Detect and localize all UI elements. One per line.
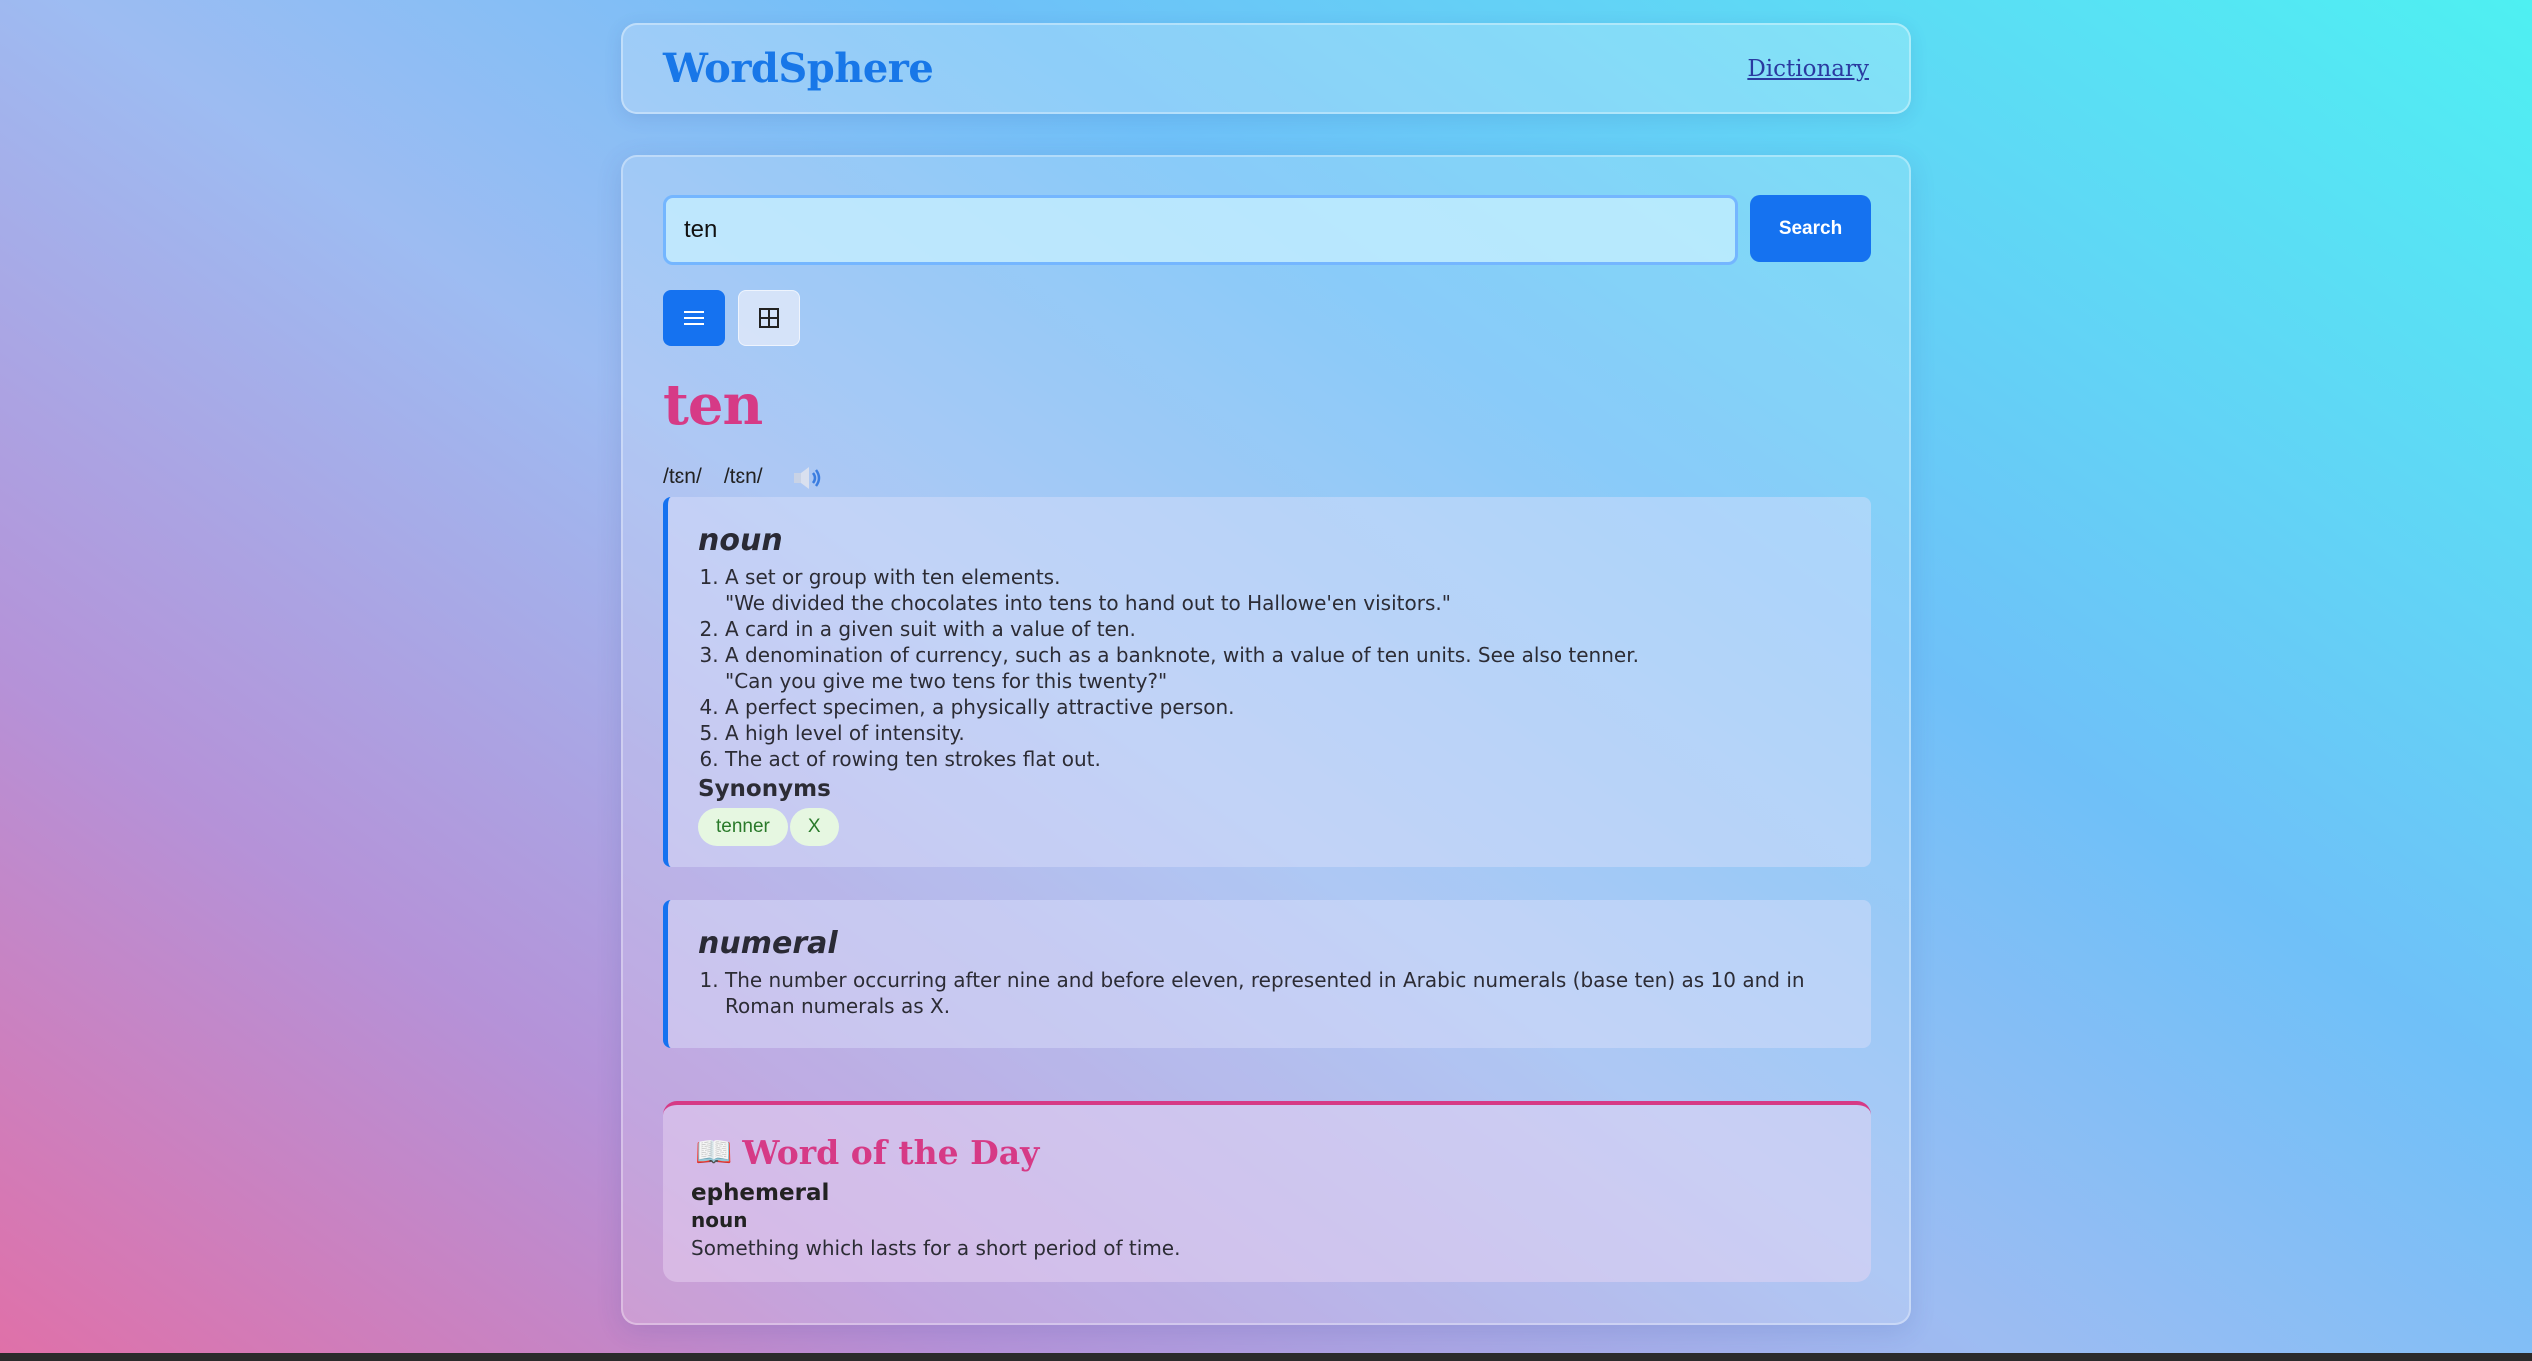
definition-item: A high level of intensity. [725, 720, 1841, 746]
phonetic-text: /tɛn/ [663, 465, 702, 488]
site-header: WordSphere Dictionary [621, 23, 1911, 114]
definition-item: A denomination of currency, such as a ba… [725, 642, 1841, 694]
search-button[interactable]: Search [1750, 195, 1871, 262]
search-input[interactable] [663, 195, 1738, 265]
definition-list: The number occurring after nine and befo… [698, 967, 1841, 1019]
list-icon [684, 311, 704, 325]
word-of-the-day-word[interactable]: ephemeral [691, 1180, 1843, 1206]
phonetic-text: /tɛn/ [723, 465, 763, 488]
book-icon: 📖 [695, 1135, 733, 1170]
grid-icon [759, 308, 779, 328]
definition-text: A card in a given suit with a value of t… [725, 617, 1136, 641]
list-view-button[interactable] [663, 290, 725, 346]
synonyms-title: Synonyms [698, 776, 831, 802]
nav-link-dictionary[interactable]: Dictionary [1747, 56, 1869, 82]
word-of-the-day-card: 📖 Word of the Day ephemeral noun Somethi… [663, 1101, 1871, 1282]
speaker-icon[interactable] [791, 465, 825, 497]
part-of-speech: numeral [698, 926, 838, 961]
definition-example: "We divided the chocolates into tens to … [725, 591, 1451, 615]
definition-text: A set or group with ten elements. [725, 565, 1061, 589]
headword: ten [663, 372, 763, 438]
meaning-noun: noun A set or group with ten elements. "… [663, 497, 1871, 867]
part-of-speech: noun [698, 523, 783, 558]
meaning-numeral: numeral The number occurring after nine … [663, 900, 1871, 1048]
definition-text: The act of rowing ten strokes flat out. [725, 747, 1101, 771]
definition-text: A perfect specimen, a physically attract… [725, 695, 1235, 719]
word-of-the-day-pos: noun [691, 1208, 748, 1232]
site-logo[interactable]: WordSphere [663, 45, 934, 92]
taskbar-strip [0, 1353, 2532, 1361]
definition-item: A card in a given suit with a value of t… [725, 616, 1841, 642]
definition-item: The act of rowing ten strokes flat out. [725, 746, 1841, 772]
word-of-the-day-heading: Word of the Day [742, 1133, 1040, 1172]
search-bar: Search [663, 195, 1871, 265]
definition-text: A denomination of currency, such as a ba… [725, 643, 1639, 667]
synonym-chip[interactable]: tenner [698, 808, 788, 846]
main-panel: Search ten /tɛn/ /tɛn/ [621, 155, 1911, 1325]
word-of-the-day-title: 📖 Word of the Day [691, 1133, 1843, 1172]
word-of-the-day-definition: Something which lasts for a short period… [691, 1236, 1181, 1260]
definition-text: A high level of intensity. [725, 721, 965, 745]
definition-item: The number occurring after nine and befo… [725, 967, 1841, 1019]
synonym-list: tenner X [698, 808, 1841, 846]
definition-list: A set or group with ten elements. "We di… [698, 564, 1841, 772]
grid-view-button[interactable] [738, 290, 800, 346]
phonetics: /tɛn/ /tɛn/ [663, 457, 825, 497]
definition-text: The number occurring after nine and befo… [725, 968, 1805, 1018]
definition-item: A set or group with ten elements. "We di… [725, 564, 1841, 616]
synonym-chip[interactable]: X [789, 808, 839, 846]
definition-example: "Can you give me two tens for this twent… [725, 669, 1168, 693]
definition-item: A perfect specimen, a physically attract… [725, 694, 1841, 720]
